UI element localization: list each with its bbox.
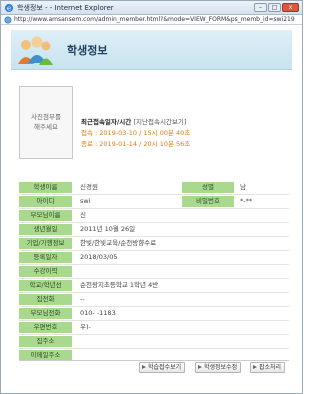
row-divider	[19, 348, 289, 349]
close-window-button[interactable]: x	[282, 3, 299, 12]
browser-window: e 학생정보 - - Internet Explorer – □ x http:…	[0, 0, 303, 394]
arrow-right-icon	[198, 365, 202, 369]
internet-explorer-icon: e	[5, 4, 13, 13]
learning-status-button[interactable]: 학습접수보기	[139, 362, 186, 373]
school-value: 순천왕지초등학교 1학년 4반	[80, 281, 159, 289]
withdraw-button[interactable]: 팝소처리	[250, 362, 286, 373]
learning-status-label: 학습접수보기	[148, 364, 182, 371]
gender-value: 남	[240, 183, 246, 191]
school-label: 학교/학년선	[19, 280, 72, 291]
gender-label: 성별	[182, 182, 234, 193]
birth-label: 생년월일	[19, 224, 72, 235]
address-bar[interactable]: http://www.amsansem.com/admin_member.htm…	[1, 15, 302, 25]
home-phone-label: 집전화	[19, 294, 72, 305]
photo-text-line2: 해주세요	[34, 123, 58, 131]
withdraw-label: 팝소처리	[259, 364, 282, 371]
past-login-link[interactable]: [지난접속시간보기]	[133, 118, 186, 126]
footer-divider	[19, 360, 289, 361]
registration-date-label: 등록일자	[19, 252, 72, 263]
row-divider	[19, 250, 289, 251]
row-divider	[19, 334, 289, 335]
registration-date-value: 2018/03/05	[80, 253, 118, 261]
row-divider	[19, 306, 289, 307]
students-icon	[18, 36, 53, 65]
connect-time: 접속 : 2019-03-10 / 15시 00분 40초	[81, 129, 191, 137]
name-label: 학생이름	[19, 182, 72, 193]
institution-value: 한빛/한빛교육/순천방향수료	[80, 239, 157, 247]
minimize-button[interactable]: –	[254, 3, 267, 12]
address-label: 집주소	[19, 336, 72, 347]
page-icon	[4, 16, 12, 24]
row-divider	[19, 194, 289, 195]
window-title: 학생정보 - - Internet Explorer	[17, 4, 114, 12]
id-value: swi	[80, 197, 91, 205]
name-value: 신경원	[80, 183, 98, 191]
edit-student-button[interactable]: 학생정보수정	[195, 362, 242, 373]
window-controls: – □ x	[254, 3, 299, 12]
zip-value: 우)-	[80, 323, 91, 331]
row-divider	[19, 264, 289, 265]
row-divider	[19, 320, 289, 321]
parent-phone-value: 010- -1183	[80, 309, 116, 317]
photo-text-line1: 사진첨부를	[31, 113, 61, 121]
row-divider	[19, 222, 289, 223]
parent-name-label: 부모님이름	[19, 210, 72, 221]
institution-label: 기업/기행정보	[19, 238, 72, 249]
page-content: 학생정보 사진첨부를 해주세요 최근접속일자/시간 [지난접속시간보기] 접속 …	[2, 26, 301, 393]
row-divider	[19, 292, 289, 293]
maximize-button[interactable]: □	[268, 3, 281, 12]
title-bar: e 학생정보 - - Internet Explorer – □ x	[1, 1, 302, 15]
parent-name-value: 신	[80, 211, 86, 219]
parent-phone-label: 부모님전화	[19, 308, 72, 319]
arrow-right-icon	[253, 365, 257, 369]
id-label: 아이디	[19, 196, 72, 207]
birth-value: 2011년 10월 26일	[80, 225, 136, 233]
address-url[interactable]: http://www.amsansem.com/admin_member.htm…	[14, 16, 295, 23]
row-divider	[19, 278, 289, 279]
page-header: 학생정보	[11, 30, 292, 70]
course-history-label: 수강이력	[19, 266, 72, 277]
login-info: 최근접속일자/시간 [지난접속시간보기] 접속 : 2019-03-10 / 1…	[81, 116, 190, 148]
login-label: 최근접속일자/시간	[81, 118, 132, 126]
password-value: *-**	[240, 197, 253, 205]
page-title: 학생정보	[67, 44, 108, 57]
home-phone-value: --	[80, 295, 85, 303]
row-divider	[19, 236, 289, 237]
password-label: 비밀번호	[182, 196, 234, 207]
svg-text:e: e	[7, 5, 11, 13]
end-time: 종료 : 2019-01-14 / 20시 10분 56초	[81, 140, 191, 148]
row-divider	[19, 208, 289, 209]
arrow-right-icon	[142, 365, 146, 369]
photo-placeholder[interactable]: 사진첨부를 해주세요	[19, 86, 73, 159]
zip-label: 우편번호	[19, 322, 72, 333]
edit-student-label: 학생정보수정	[204, 364, 238, 371]
